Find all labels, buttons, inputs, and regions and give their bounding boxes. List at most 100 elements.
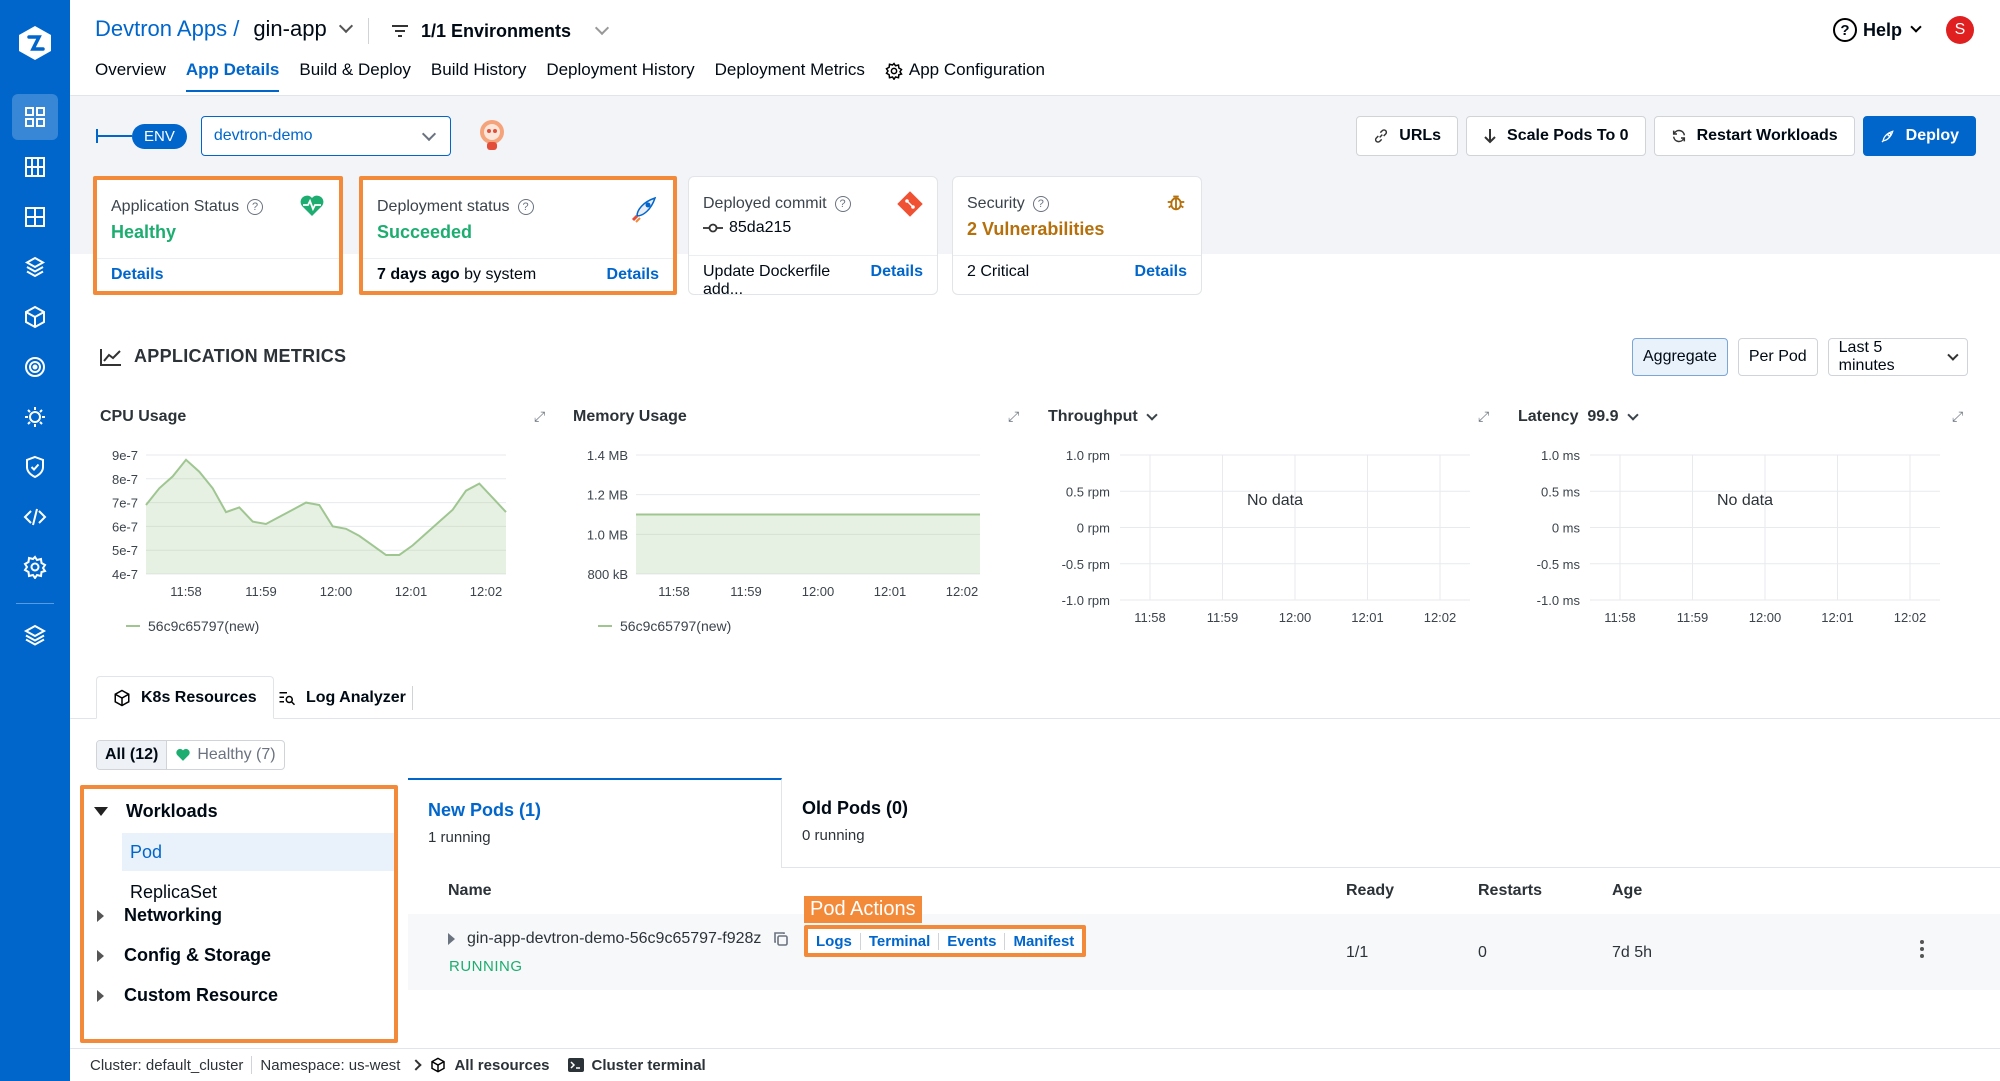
y-tick-label: 1.0 rpm [1066,448,1110,463]
caret-right-icon [97,949,104,962]
latency-title[interactable]: Latency 99.9 [1518,408,1639,426]
urls-label: URLs [1399,127,1442,144]
sidebar-code-icon[interactable] [12,494,58,540]
devtron-logo-icon[interactable] [14,22,56,64]
aggregate-toggle[interactable]: Aggregate [1632,338,1728,376]
help-menu[interactable]: ? Help [1832,18,1922,42]
caret-right-icon [97,909,104,922]
column-name: Name [448,882,492,899]
tree-networking[interactable]: Networking [94,905,222,926]
tab-overview[interactable]: Overview [95,60,166,92]
pod-restarts: 0 [1478,944,1487,961]
security-critical: 2 Critical [967,263,1030,280]
deploy-button[interactable]: Deploy [1862,116,1976,156]
deployment-status-card: Deployment status? Succeeded 7 days ago … [359,176,677,295]
sidebar-cube-icon[interactable] [12,294,58,340]
security-details-link[interactable]: Details [1135,263,1187,281]
deployment-status-details-link[interactable]: Details [607,266,659,284]
status-footer: Cluster: default_cluster Namespace: us-w… [70,1048,2000,1081]
sidebar-stack-icon[interactable] [12,612,58,658]
tab-build-deploy[interactable]: Build & Deploy [299,60,411,92]
sidebar-chart-store-icon[interactable] [12,194,58,240]
deployed-by: by system [464,266,537,283]
pod-events-link[interactable]: Events [939,932,1006,950]
cluster-terminal-link[interactable]: Cluster terminal [567,1057,706,1074]
security-vulnerabilities: 2 Vulnerabilities [967,219,1105,239]
sidebar-target-icon[interactable] [12,344,58,390]
tab-new-pods[interactable]: New Pods (1) 1 running [408,778,782,868]
link-icon [1375,129,1388,143]
environment-filter[interactable]: 1/1 Environments [368,18,610,44]
sidebar-app-groups-icon[interactable] [12,144,58,190]
deployment-status-title-text: Deployment status [377,198,510,215]
all-resources-link[interactable]: All resources [430,1057,550,1074]
tab-k8s-resources[interactable]: K8s Resources [96,676,274,719]
pod-logs-link[interactable]: Logs [808,932,861,950]
time-range-select[interactable]: Last 5 minutes [1827,338,1968,376]
y-tick-label: 4e-7 [112,567,138,582]
expand-throughput-chart-icon[interactable]: ⤢ [1478,408,1489,425]
urls-button[interactable]: URLs [1356,116,1459,156]
resource-tree: Workloads Pod ReplicaSet Networking Conf… [80,785,398,1043]
tab-old-pods[interactable]: Old Pods (0) 0 running [782,778,1002,868]
x-tick-label: 11:58 [170,584,202,599]
pod-tabs: New Pods (1) 1 running Old Pods (0) 0 ru… [408,778,2000,868]
new-pods-running: 1 running [428,829,491,846]
scale-pods-button[interactable]: Scale Pods To 0 [1466,116,1646,156]
breadcrumb-app-name[interactable]: gin-app [253,16,326,42]
help-icon: ? [1832,18,1857,42]
tab-app-details[interactable]: App Details [185,60,280,92]
expand-latency-chart-icon[interactable]: ⤢ [1952,408,1963,425]
metrics-controls: Aggregate Per Pod Last 5 minutes [1622,338,1968,376]
chevron-down-icon [594,20,610,36]
throughput-title[interactable]: Throughput [1048,408,1158,426]
app-switcher-chevron-icon[interactable] [338,18,353,34]
environment-select[interactable]: devtron-demo [200,116,451,156]
per-pod-toggle[interactable]: Per Pod [1737,338,1818,376]
restart-workloads-button[interactable]: Restart Workloads [1653,116,1855,156]
help-label: Help [1862,19,1902,40]
breadcrumb-devtron-apps[interactable]: Devtron Apps / [95,16,239,42]
tab-build-history[interactable]: Build History [431,60,526,92]
memory-legend: 56c9c65797(new) [598,618,731,634]
x-tick-label: 11:59 [1677,610,1709,625]
commit-details-link[interactable]: Details [871,263,923,299]
tab-app-configuration[interactable]: App Configuration [885,60,1045,92]
pod-name[interactable]: gin-app-devtron-demo-56c9c65797-f928z [448,930,789,948]
tree-workloads[interactable]: Workloads [94,801,218,822]
commit-hash-row: 85da215 [703,219,791,237]
user-avatar[interactable]: S [1946,16,1974,44]
tab-deployment-metrics[interactable]: Deployment Metrics [715,60,865,92]
filter-healthy[interactable]: Healthy (7) [166,741,283,769]
memory-usage-title: Memory Usage [573,408,687,425]
x-tick-label: 12:02 [1894,610,1927,625]
copy-icon[interactable] [773,931,789,947]
x-tick-label: 11:58 [658,584,690,599]
chevron-down-icon [1146,409,1158,421]
expand-cpu-chart-icon[interactable]: ⤢ [534,408,545,425]
sidebar-bug-icon[interactable] [12,394,58,440]
expand-memory-chart-icon[interactable]: ⤢ [1008,408,1019,425]
more-options-icon[interactable] [1920,940,1924,961]
pod-manifest-link[interactable]: Manifest [1005,933,1082,950]
tree-custom-resource[interactable]: Custom Resource [94,985,278,1006]
application-status-details-link[interactable]: Details [111,266,163,284]
sidebar-resource-browser-icon[interactable] [12,244,58,290]
filter-all[interactable]: All (12) [97,741,167,769]
pod-name-text: gin-app-devtron-demo-56c9c65797-f928z [467,930,762,947]
sidebar-settings-icon[interactable] [12,544,58,590]
chevron-down-icon [1626,409,1639,421]
commit-hash: 85da215 [729,219,792,236]
latency-title-text: Latency [1518,408,1579,425]
tree-config-storage[interactable]: Config & Storage [94,945,271,966]
pod-terminal-link[interactable]: Terminal [861,932,940,950]
app-tabs: Overview App Details Build & Deploy Buil… [95,60,1065,92]
tab-deployment-history[interactable]: Deployment History [546,60,694,92]
tab-log-analyzer[interactable]: Log Analyzer [262,676,422,719]
restart-workloads-label: Restart Workloads [1696,127,1838,144]
sidebar-applications-icon[interactable] [12,94,58,140]
sidebar-shield-icon[interactable] [12,444,58,490]
x-tick-label: 12:02 [470,584,503,599]
x-tick-label: 12:00 [1749,610,1782,625]
tree-item-pod[interactable]: Pod [122,833,394,871]
